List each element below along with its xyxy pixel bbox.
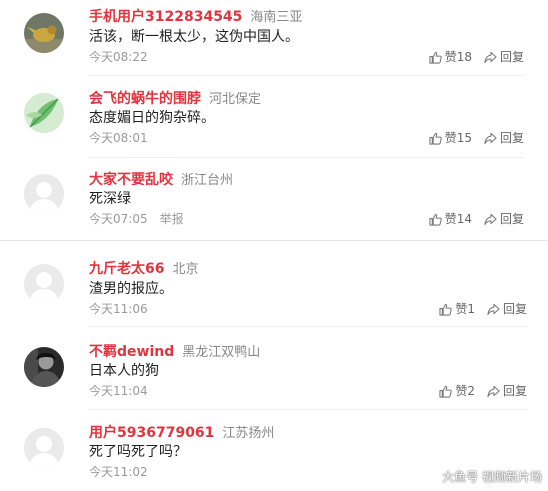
comment-header: 九斤老太66 北京 xyxy=(89,259,199,277)
like-button[interactable]: 赞1 xyxy=(439,301,475,317)
comment-header: 手机用户3122834545 海南三亚 xyxy=(89,7,302,25)
username[interactable]: 九斤老太66 xyxy=(89,261,164,277)
reply-label: 回复 xyxy=(499,131,524,145)
comment-actions: 赞15 回复 xyxy=(429,130,524,146)
thumbs-up-icon xyxy=(439,303,453,316)
divider xyxy=(89,157,524,158)
comment-item: 会飞的蜗牛的围脖 河北保定 态度媚日的狗杂碎。 今天08:01 赞15 回复 xyxy=(0,80,548,160)
avatar[interactable] xyxy=(24,13,64,53)
default-avatar xyxy=(24,174,64,214)
comment-text: 活该，断一根太少，这伪中国人。 xyxy=(89,29,299,45)
username[interactable]: 会飞的蜗牛的围脖 xyxy=(89,91,201,107)
comment-list: 手机用户3122834545 海南三亚 活该，断一根太少，这伪中国人。 今天08:… xyxy=(0,0,548,491)
reply-button[interactable]: 回复 xyxy=(487,383,527,399)
comment-item: 九斤老太66 北京 渣男的报应。 今天11:06 赞1 回复 xyxy=(0,244,548,326)
avatar[interactable] xyxy=(24,93,64,133)
reply-label: 回复 xyxy=(502,302,527,316)
reply-label: 回复 xyxy=(499,50,524,64)
comment-time: 今天08:01 xyxy=(89,130,148,146)
location: 浙江台州 xyxy=(181,173,234,188)
watermark: 大鱼号 视频新片场 xyxy=(442,470,542,484)
divider xyxy=(89,75,524,76)
username[interactable]: 手机用户3122834545 xyxy=(89,9,242,25)
reply-icon xyxy=(484,51,497,63)
comment-text: 日本人的狗 xyxy=(89,363,159,379)
comment-header: 不羁dewind 黑龙江双鸭山 xyxy=(89,342,260,360)
reply-button[interactable]: 回复 xyxy=(484,49,524,65)
avatar[interactable] xyxy=(24,428,64,468)
username[interactable]: 大家不要乱咬 xyxy=(89,172,173,188)
report-button[interactable]: 举报 xyxy=(160,212,184,226)
comment-actions: 赞14 回复 xyxy=(429,211,524,227)
location: 江苏扬州 xyxy=(222,426,275,441)
comment-item: 手机用户3122834545 海南三亚 活该，断一根太少，这伪中国人。 今天08:… xyxy=(0,0,548,80)
location: 海南三亚 xyxy=(250,10,303,25)
comment-header: 大家不要乱咬 浙江台州 xyxy=(89,170,233,188)
comment-header: 用户5936779061 江苏扬州 xyxy=(89,423,274,441)
timestamp: 今天08:01 xyxy=(89,131,148,145)
reply-icon xyxy=(484,213,497,225)
comment-time: 今天11:02 xyxy=(89,464,148,480)
thumbs-up-icon xyxy=(439,385,453,398)
like-count: 赞2 xyxy=(455,384,475,398)
section-divider xyxy=(0,240,548,241)
thumbs-up-icon xyxy=(429,51,442,64)
comment-item: 不羁dewind 黑龙江双鸭山 日本人的狗 今天11:04 赞2 回复 xyxy=(0,329,548,411)
like-button[interactable]: 赞15 xyxy=(429,130,472,146)
default-avatar xyxy=(24,264,64,304)
reply-label: 回复 xyxy=(502,384,527,398)
divider xyxy=(89,326,527,327)
like-button[interactable]: 赞2 xyxy=(439,383,475,399)
comment-time: 今天11:04 xyxy=(89,383,148,399)
reply-icon xyxy=(487,385,500,397)
like-button[interactable]: 赞14 xyxy=(429,211,472,227)
reply-button[interactable]: 回复 xyxy=(484,211,524,227)
portrait-photo-avatar xyxy=(24,347,64,387)
comment-actions: 赞1 回复 xyxy=(439,301,527,317)
comment-header: 会飞的蜗牛的围脖 河北保定 xyxy=(89,89,261,107)
comment-time: 今天08:22 xyxy=(89,49,148,65)
comment-time: 今天11:06 xyxy=(89,301,148,317)
comment-time: 今天07:05 举报 xyxy=(89,211,184,227)
comment-item: 大家不要乱咬 浙江台州 死深绿 今天07:05 举报 赞14 回复 xyxy=(0,160,548,240)
reply-icon xyxy=(484,132,497,144)
timestamp: 今天11:04 xyxy=(89,384,148,398)
timestamp: 今天08:22 xyxy=(89,50,148,64)
divider xyxy=(89,409,527,410)
green-leaf-avatar xyxy=(24,93,64,133)
reply-icon xyxy=(487,303,500,315)
thumbs-up-icon xyxy=(429,132,442,145)
like-count: 赞18 xyxy=(444,50,472,64)
username[interactable]: 不羁dewind xyxy=(89,344,174,360)
comment-text: 态度媚日的狗杂碎。 xyxy=(89,110,215,126)
reply-label: 回复 xyxy=(499,212,524,226)
like-count: 赞15 xyxy=(444,131,472,145)
comment-text: 死深绿 xyxy=(89,191,131,207)
comment-actions: 赞2 回复 xyxy=(439,383,527,399)
comment-text: 渣男的报应。 xyxy=(89,281,173,297)
location: 河北保定 xyxy=(209,92,262,107)
bird-photo-avatar xyxy=(24,13,64,53)
thumbs-up-icon xyxy=(429,213,442,226)
comment-text: 死了吗死了吗？ xyxy=(89,444,187,460)
reply-button[interactable]: 回复 xyxy=(484,130,524,146)
location: 黑龙江双鸭山 xyxy=(182,345,261,360)
avatar[interactable] xyxy=(24,347,64,387)
default-avatar xyxy=(24,428,64,468)
avatar[interactable] xyxy=(24,264,64,304)
like-count: 赞14 xyxy=(444,212,472,226)
comment-actions: 赞18 回复 xyxy=(429,49,524,65)
timestamp: 今天11:06 xyxy=(89,302,148,316)
location: 北京 xyxy=(172,262,199,277)
reply-button[interactable]: 回复 xyxy=(487,301,527,317)
username[interactable]: 用户5936779061 xyxy=(89,425,214,441)
timestamp: 今天11:02 xyxy=(89,465,148,479)
like-count: 赞1 xyxy=(455,302,475,316)
like-button[interactable]: 赞18 xyxy=(429,49,472,65)
timestamp: 今天07:05 xyxy=(89,212,148,226)
avatar[interactable] xyxy=(24,174,64,214)
